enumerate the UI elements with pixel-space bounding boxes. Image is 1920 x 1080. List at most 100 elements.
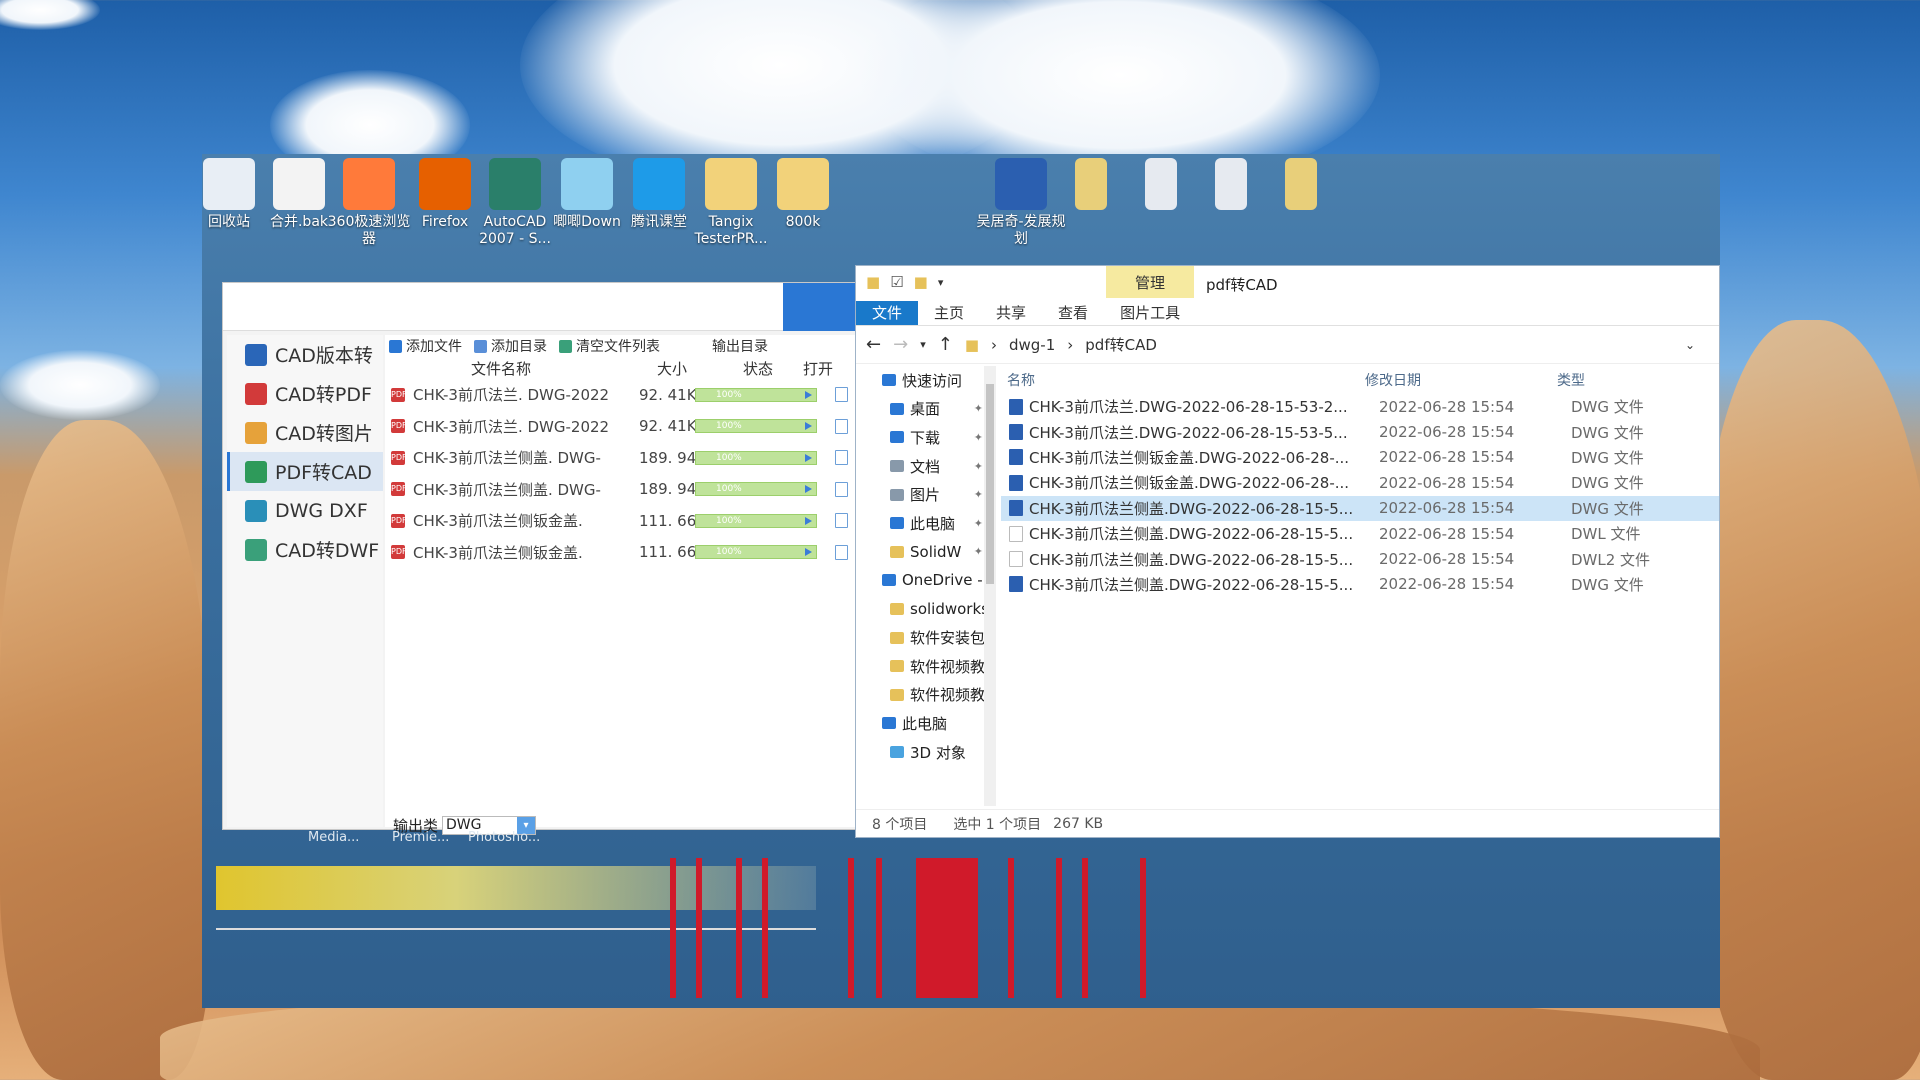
- firefox-icon: [419, 158, 471, 210]
- file-name: CHK-3前爪法兰.DWG-2022-06-28-15-53-2...: [1029, 398, 1348, 417]
- ribbon-tab[interactable]: 文件: [856, 301, 919, 325]
- address-bar: ← → ▾ ↑ ■ › dwg-1 › pdf转CAD ⌄: [856, 326, 1719, 364]
- file-row[interactable]: PDF CHK-3前爪法兰. DWG-2022 92. 41KB 100%: [385, 411, 859, 443]
- ribbon-tab[interactable]: 主页: [918, 301, 980, 325]
- col-open[interactable]: 打开: [793, 358, 843, 379]
- nav-scroll-thumb[interactable]: [986, 384, 994, 584]
- play-icon[interactable]: [805, 390, 812, 399]
- ribbon-tab[interactable]: 共享: [980, 301, 1042, 325]
- sidebar-item[interactable]: CAD转DWF: [227, 530, 383, 569]
- nav-item-label: 此电脑: [910, 514, 956, 533]
- nav-scrollbar[interactable]: [984, 366, 996, 806]
- ribbon-tab[interactable]: 查看: [1042, 301, 1104, 325]
- nav-item[interactable]: OneDrive -: [856, 566, 995, 595]
- progress-bar: 100%: [695, 450, 817, 465]
- marker: [736, 858, 742, 998]
- nav-item[interactable]: 软件安装包: [856, 623, 995, 652]
- open-file-icon[interactable]: [835, 418, 848, 434]
- sidebar-item[interactable]: DWG DXF: [227, 491, 383, 530]
- file-type: DWG 文件: [1571, 474, 1644, 493]
- breadcrumb-pdf-to-cad[interactable]: pdf转CAD: [1085, 334, 1157, 355]
- breadcrumb-dwg-1[interactable]: dwg-1: [1009, 336, 1055, 354]
- file-row[interactable]: CHK-3前爪法兰侧盖.DWG-2022-06-28-15-5... 2022-0…: [1001, 572, 1719, 597]
- folder-icon: [890, 660, 904, 673]
- address-folder-icon: ■: [964, 335, 979, 354]
- sidebar-item[interactable]: CAD转图片: [227, 413, 383, 452]
- nav-item[interactable]: 图片 ✦: [856, 480, 995, 509]
- play-icon[interactable]: [805, 548, 812, 557]
- sidebar-item[interactable]: CAD版本转: [227, 335, 383, 374]
- nav-item[interactable]: 此电脑 ✦: [856, 509, 995, 538]
- dwg-file-icon: [1009, 525, 1023, 542]
- new-folder-icon[interactable]: ■: [914, 273, 928, 291]
- file-row[interactable]: CHK-3前爪法兰侧钣金盖.DWG-2022-06-28-... 2022-06-…: [1001, 470, 1719, 495]
- file-row[interactable]: PDF CHK-3前爪法兰. DWG-2022 92. 41KB 100%: [385, 379, 859, 411]
- file-row[interactable]: PDF CHK-3前爪法兰侧盖. DWG- 189. 94KB 100%: [385, 474, 859, 506]
- nav-item[interactable]: 文档 ✦: [856, 452, 995, 481]
- file-row[interactable]: CHK-3前爪法兰侧盖.DWG-2022-06-28-15-5... 2022-0…: [1001, 495, 1719, 521]
- nav-item[interactable]: 软件视频教: [856, 652, 995, 681]
- clear-list-button[interactable]: 清空文件列表: [559, 336, 660, 356]
- col-name-header[interactable]: 名称: [1001, 370, 1365, 390]
- add-file-button[interactable]: 添加文件: [389, 336, 462, 356]
- col-status[interactable]: 状态: [723, 358, 793, 379]
- tab-manage[interactable]: 管理: [1106, 266, 1194, 298]
- file-row[interactable]: PDF CHK-3前爪法兰侧钣金盖. 111. 66KB 100%: [385, 505, 859, 537]
- customize-qa-icon[interactable]: ▾: [938, 276, 944, 289]
- recent-locations-icon[interactable]: ▾: [920, 338, 926, 351]
- file-icon: [1285, 158, 1317, 210]
- file-row[interactable]: CHK-3前爪法兰侧盖.DWG-2022-06-28-15-5... 2022-0…: [1001, 546, 1719, 571]
- desktop-icon[interactable]: [1256, 158, 1346, 214]
- file-row[interactable]: CHK-3前爪法兰.DWG-2022-06-28-15-53-5... 2022-…: [1001, 419, 1719, 444]
- sidebar-item-label: CAD版本转: [275, 345, 373, 367]
- open-file-icon[interactable]: [835, 481, 848, 497]
- sidebar-item[interactable]: CAD转PDF: [227, 374, 383, 413]
- play-icon[interactable]: [805, 485, 812, 494]
- nav-item[interactable]: 此电脑: [856, 709, 995, 738]
- nav-item[interactable]: 桌面 ✦: [856, 395, 995, 424]
- nav-item[interactable]: SolidW ✦: [856, 538, 995, 567]
- play-icon[interactable]: [805, 516, 812, 525]
- marker: [1140, 858, 1146, 998]
- back-icon[interactable]: ←: [866, 334, 881, 355]
- col-date-header[interactable]: 修改日期: [1365, 370, 1557, 390]
- col-name[interactable]: 文件名称: [471, 358, 621, 379]
- nav-item-label: solidworks: [910, 600, 989, 619]
- progress-value: 100%: [716, 547, 742, 558]
- sidebar-item[interactable]: PDF转CAD: [227, 452, 383, 491]
- nav-item[interactable]: 下载 ✦: [856, 423, 995, 452]
- open-file-icon[interactable]: [835, 513, 848, 529]
- nav-item[interactable]: 3D 对象: [856, 738, 995, 767]
- address-dropdown-icon[interactable]: ⌄: [1685, 338, 1695, 352]
- folder-icon: [890, 631, 904, 644]
- play-icon[interactable]: [805, 422, 812, 431]
- up-icon[interactable]: ↑: [938, 334, 953, 355]
- open-file-icon[interactable]: [835, 387, 848, 403]
- pdf-file-icon: PDF: [391, 419, 407, 434]
- output-dir-button[interactable]: 输出目录: [712, 336, 768, 356]
- file-row[interactable]: CHK-3前爪法兰侧盖.DWG-2022-06-28-15-5... 2022-0…: [1001, 521, 1719, 546]
- forward-icon[interactable]: →: [893, 334, 908, 355]
- properties-icon[interactable]: ☑: [890, 273, 903, 291]
- add-dir-button[interactable]: 添加目录: [474, 336, 547, 356]
- nav-item[interactable]: solidworks: [856, 595, 995, 624]
- open-file-icon[interactable]: [835, 544, 848, 560]
- nav-item[interactable]: 快速访问: [856, 366, 995, 395]
- ribbon-tab[interactable]: 图片工具: [1104, 301, 1196, 325]
- cloud: [0, 350, 160, 420]
- selection-size: 267 KB: [1053, 815, 1104, 832]
- folder-icon[interactable]: ■: [866, 273, 880, 291]
- col-size[interactable]: 大小: [621, 358, 723, 379]
- col-type-header[interactable]: 类型: [1557, 370, 1677, 390]
- file-row[interactable]: PDF CHK-3前爪法兰侧钣金盖. 111. 66KB 100%: [385, 537, 859, 569]
- file-row[interactable]: CHK-3前爪法兰侧钣金盖.DWG-2022-06-28-... 2022-06-…: [1001, 445, 1719, 470]
- folder-icon: [890, 517, 904, 530]
- file-date: 2022-06-28 15:54: [1379, 448, 1515, 467]
- open-file-icon[interactable]: [835, 450, 848, 466]
- play-icon[interactable]: [805, 453, 812, 462]
- file-row[interactable]: PDF CHK-3前爪法兰侧盖. DWG- 189. 94KB 100%: [385, 442, 859, 474]
- nav-item[interactable]: 软件视频教: [856, 681, 995, 710]
- progress-value: 100%: [716, 389, 742, 400]
- file-row[interactable]: CHK-3前爪法兰.DWG-2022-06-28-15-53-2... 2022-…: [1001, 394, 1719, 419]
- desktop-icon[interactable]: 800k: [758, 158, 848, 231]
